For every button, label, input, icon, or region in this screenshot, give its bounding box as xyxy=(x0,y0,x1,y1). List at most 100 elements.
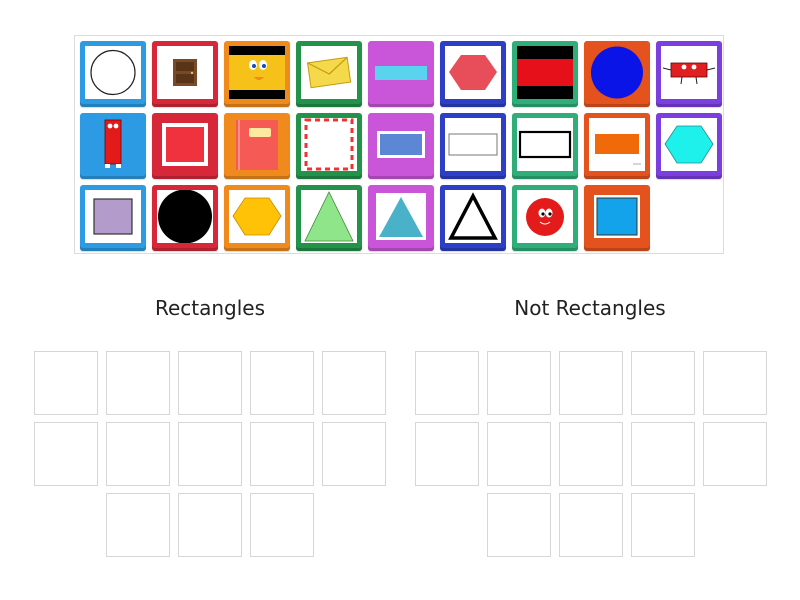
card-face xyxy=(229,46,285,99)
shape-card-white-triangle[interactable] xyxy=(440,185,506,251)
black-circle-icon xyxy=(158,190,212,243)
shape-card-red-square[interactable] xyxy=(152,113,218,179)
shape-card-blue-circle[interactable] xyxy=(584,41,650,107)
card-face xyxy=(157,118,213,171)
rectangles-slot[interactable] xyxy=(322,351,386,415)
yellow-hexagon-icon xyxy=(232,197,282,236)
card-face xyxy=(229,190,285,243)
card-face xyxy=(517,118,573,171)
red-hexagon-icon xyxy=(449,55,497,90)
white-rectangle-icon xyxy=(448,133,498,156)
cyan-bar-icon xyxy=(373,46,429,99)
shape-card-yellow-face[interactable] xyxy=(224,41,290,107)
card-face xyxy=(517,190,573,243)
not-rectangles-slot[interactable] xyxy=(559,493,623,557)
shape-card-teal-triangle[interactable] xyxy=(368,185,434,251)
shape-card-white-rectangle[interactable] xyxy=(440,113,506,179)
shape-card-picture-frame[interactable] xyxy=(296,113,362,179)
card-face xyxy=(85,190,141,243)
shape-card-notebook[interactable] xyxy=(224,113,290,179)
card-face xyxy=(661,46,717,99)
not-rectangles-slot[interactable] xyxy=(631,422,695,486)
shape-card-purple-square[interactable] xyxy=(80,185,146,251)
rectangles-slot[interactable] xyxy=(178,493,242,557)
cyan-hexagon-icon xyxy=(664,125,714,164)
shape-card-orange-rectangle[interactable] xyxy=(584,113,650,179)
rectangles-slot[interactable] xyxy=(250,351,314,415)
notebook-icon xyxy=(229,118,285,171)
white-triangle-icon xyxy=(448,192,498,240)
red-black-rectangle-icon xyxy=(517,46,573,99)
card-face xyxy=(661,118,717,171)
shape-card-red-character[interactable] xyxy=(656,41,722,107)
outlined-rectangle-icon xyxy=(518,130,572,159)
shape-card-red-black-rectangle[interactable] xyxy=(512,41,578,107)
rectangles-slot[interactable] xyxy=(106,351,170,415)
card-face xyxy=(445,46,501,99)
shape-card-blue-square[interactable] xyxy=(584,185,650,251)
blue-square-icon xyxy=(589,190,645,243)
rectangles-slot[interactable] xyxy=(250,493,314,557)
card-face xyxy=(589,190,645,243)
card-face xyxy=(229,118,285,171)
card-face xyxy=(157,190,213,243)
shape-card-blue-rectangle[interactable] xyxy=(368,113,434,179)
red-square-icon xyxy=(157,118,213,171)
rectangles-slot[interactable] xyxy=(34,351,98,415)
not-rectangles-slot[interactable] xyxy=(559,422,623,486)
not-rectangles-slot[interactable] xyxy=(487,422,551,486)
shape-card-yellow-hexagon[interactable] xyxy=(224,185,290,251)
rectangles-slot[interactable] xyxy=(178,351,242,415)
shape-card-red-ball-face[interactable] xyxy=(512,185,578,251)
card-face xyxy=(157,46,213,99)
shape-card-outlined-rectangle[interactable] xyxy=(512,113,578,179)
shape-card-envelope[interactable] xyxy=(296,41,362,107)
rectangles-slot[interactable] xyxy=(106,493,170,557)
blue-rectangle-icon xyxy=(373,118,429,171)
yellow-face-icon xyxy=(229,46,285,99)
not-rectangles-slot[interactable] xyxy=(703,422,767,486)
red-tall-character-icon xyxy=(85,118,141,171)
card-face xyxy=(85,46,141,99)
shape-card-cyan-bar[interactable] xyxy=(368,41,434,107)
not-rectangles-slot[interactable] xyxy=(415,351,479,415)
rectangles-slot[interactable] xyxy=(178,422,242,486)
not-rectangles-slot[interactable] xyxy=(703,351,767,415)
not-rectangles-slot[interactable] xyxy=(631,493,695,557)
not-rectangles-slot[interactable] xyxy=(559,351,623,415)
shape-card-red-tall-character[interactable] xyxy=(80,113,146,179)
blue-circle-icon xyxy=(589,46,645,99)
shape-card-green-triangle[interactable] xyxy=(296,185,362,251)
rectangles-slot[interactable] xyxy=(34,422,98,486)
envelope-icon xyxy=(306,56,352,89)
not-rectangles-slot[interactable] xyxy=(487,351,551,415)
red-ball-face-icon xyxy=(526,198,564,236)
not-rectangles-slot[interactable] xyxy=(631,351,695,415)
red-character-icon xyxy=(662,62,716,85)
purple-square-icon xyxy=(93,198,133,235)
card-face xyxy=(373,118,429,171)
door-icon xyxy=(173,59,197,86)
rectangles-slot[interactable] xyxy=(250,422,314,486)
card-face xyxy=(301,118,357,171)
shape-card-white-circle[interactable] xyxy=(80,41,146,107)
picture-frame-icon xyxy=(304,118,354,171)
not-rectangles-heading: Not Rectangles xyxy=(514,296,666,320)
shape-card-door[interactable] xyxy=(152,41,218,107)
card-face xyxy=(373,190,429,243)
rectangles-heading: Rectangles xyxy=(154,296,266,320)
rectangles-slot[interactable] xyxy=(106,422,170,486)
card-face xyxy=(517,46,573,99)
not-rectangles-slot[interactable] xyxy=(415,422,479,486)
not-rectangles-slot[interactable] xyxy=(487,493,551,557)
card-face xyxy=(301,46,357,99)
shape-card-red-hexagon[interactable] xyxy=(440,41,506,107)
card-face xyxy=(445,118,501,171)
white-circle-icon xyxy=(90,49,136,96)
teal-triangle-icon xyxy=(373,190,429,243)
card-face xyxy=(589,46,645,99)
card-face xyxy=(373,46,429,99)
shape-card-black-circle[interactable] xyxy=(152,185,218,251)
shape-card-cyan-hexagon[interactable] xyxy=(656,113,722,179)
rectangles-slot[interactable] xyxy=(322,422,386,486)
